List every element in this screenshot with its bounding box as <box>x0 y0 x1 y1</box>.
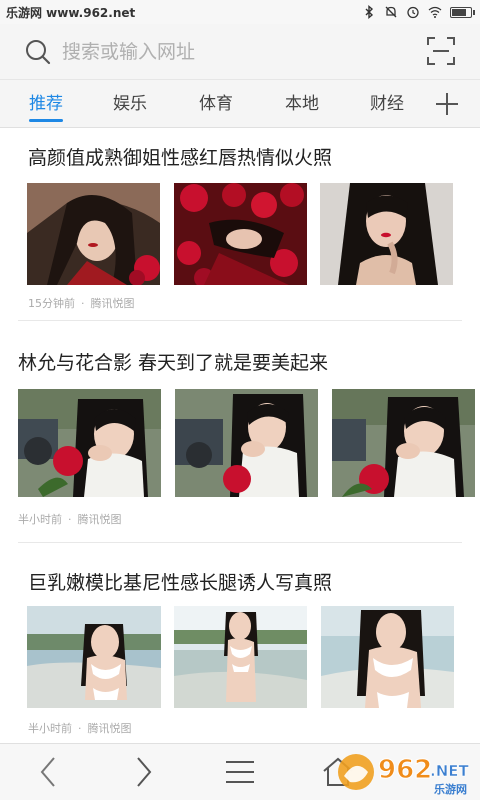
meta-separator: · <box>81 297 85 310</box>
news-article[interactable]: 巨乳嫩模比基尼性感长腿诱人写真照 半小时前 · 腾讯悦图 <box>0 543 480 743</box>
article-time: 15分钟前 <box>28 297 75 310</box>
article-thumbnail[interactable] <box>27 606 161 708</box>
active-tab-indicator <box>29 119 63 122</box>
scan-qr-icon[interactable] <box>426 36 456 66</box>
article-title[interactable]: 巨乳嫩模比基尼性感长腿诱人写真照 <box>28 568 332 595</box>
article-thumbnail[interactable] <box>320 183 453 285</box>
back-icon <box>40 757 55 787</box>
article-thumbnail[interactable] <box>18 389 161 497</box>
article-source: 腾讯悦图 <box>77 513 122 526</box>
add-channel-icon[interactable] <box>434 91 460 117</box>
back-button[interactable] <box>28 754 68 790</box>
search-bar <box>0 24 480 80</box>
article-thumbnail[interactable] <box>174 183 307 285</box>
status-bar: 乐游网 www.962.net <box>0 0 480 24</box>
tab-label: 财经 <box>370 94 404 114</box>
forward-icon <box>137 757 152 787</box>
news-article[interactable]: 高颜值成熟御姐性感红唇热情似火照 15分钟前 · 腾讯悦图 <box>0 129 480 321</box>
article-source: 腾讯悦图 <box>90 297 135 310</box>
article-title[interactable]: 林允与花合影 春天到了就是要美起来 <box>18 348 328 375</box>
article-thumbnail[interactable] <box>175 389 318 497</box>
menu-button[interactable] <box>220 754 260 790</box>
meta-separator: · <box>78 722 82 735</box>
article-time: 半小时前 <box>18 513 62 526</box>
tab-label: 娱乐 <box>113 94 147 114</box>
tab-entertainment[interactable]: 娱乐 <box>100 80 160 128</box>
site-watermark-logo: 962 .NET 乐游网 <box>338 754 470 796</box>
tab-local[interactable]: 本地 <box>272 80 332 128</box>
tab-label: 推荐 <box>29 94 63 114</box>
article-thumbnail[interactable] <box>321 606 454 708</box>
article-source: 腾讯悦图 <box>87 722 132 735</box>
bluetooth-icon <box>365 5 374 19</box>
alarm-icon <box>407 6 419 19</box>
tab-label: 体育 <box>199 94 233 114</box>
article-meta: 15分钟前 · 腾讯悦图 <box>28 295 135 311</box>
news-article[interactable]: 林允与花合影 春天到了就是要美起来 半小时前 · 腾讯悦图 <box>0 321 480 543</box>
forward-button[interactable] <box>124 754 164 790</box>
meta-separator: · <box>68 513 72 526</box>
watermark-number: 962 <box>378 755 432 785</box>
watermark-caption: 乐游网 <box>434 782 467 796</box>
article-thumbnail[interactable] <box>174 606 307 708</box>
search-input[interactable] <box>62 36 402 68</box>
article-thumbnail[interactable] <box>332 389 475 497</box>
tab-sports[interactable]: 体育 <box>186 80 246 128</box>
wifi-icon <box>428 6 442 18</box>
news-feed: 高颜值成熟御姐性感红唇热情似火照 15分钟前 · 腾讯悦图 林允与花合影 春天到… <box>0 129 480 743</box>
battery-icon <box>450 6 475 18</box>
watermark-top-text: 乐游网 www.962.net <box>6 6 136 20</box>
mute-icon <box>385 6 397 18</box>
watermark-suffix: .NET <box>430 762 469 780</box>
tab-finance[interactable]: 财经 <box>357 80 417 128</box>
article-thumbnail[interactable] <box>27 183 160 285</box>
article-meta: 半小时前 · 腾讯悦图 <box>28 720 132 736</box>
tab-label: 本地 <box>285 94 319 114</box>
menu-icon <box>226 761 254 783</box>
article-title[interactable]: 高颜值成熟御姐性感红唇热情似火照 <box>28 143 332 170</box>
channel-tabs: 推荐 娱乐 体育 本地 财经 <box>0 80 480 128</box>
article-time: 半小时前 <box>28 722 72 735</box>
article-meta: 半小时前 · 腾讯悦图 <box>18 511 122 527</box>
tab-recommend[interactable]: 推荐 <box>16 80 76 128</box>
search-icon <box>26 40 51 65</box>
